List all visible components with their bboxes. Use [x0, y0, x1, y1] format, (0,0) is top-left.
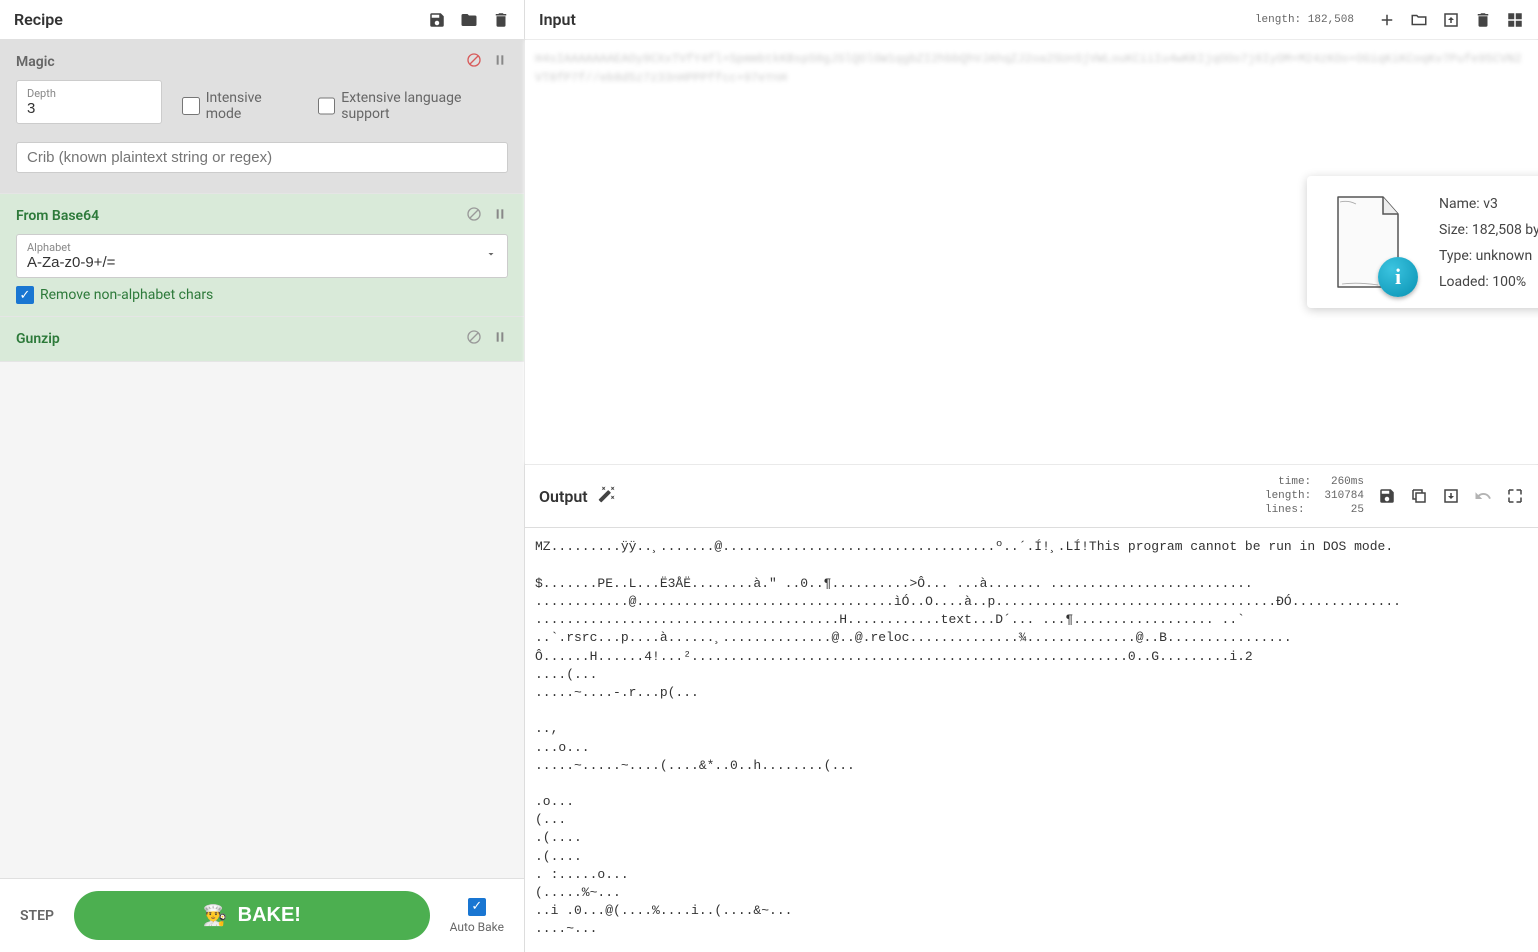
file-type-row: Type: unknown: [1439, 248, 1538, 264]
output-text[interactable]: MZ.........ÿÿ..¸.......@................…: [525, 528, 1538, 952]
pause-op-icon[interactable]: [492, 206, 508, 226]
replace-input-icon[interactable]: [1442, 487, 1460, 505]
crib-input[interactable]: [27, 149, 497, 166]
depth-field[interactable]: Depth: [16, 80, 162, 124]
operation-magic: Magic Depth Intensive mode: [0, 40, 524, 194]
operation-gunzip: Gunzip: [0, 317, 524, 362]
alphabet-select[interactable]: Alphabet: [16, 234, 508, 278]
disable-op-icon[interactable]: [466, 206, 482, 226]
file-size-row: Size: 182,508 bytes: [1439, 222, 1538, 238]
pause-op-icon[interactable]: [492, 52, 508, 72]
depth-input[interactable]: [27, 100, 151, 117]
chef-icon: 👨‍🍳: [203, 903, 228, 928]
alphabet-input[interactable]: [27, 254, 497, 271]
disable-op-icon[interactable]: [466, 52, 482, 72]
output-title: Output: [539, 487, 588, 506]
op-magic-title: Magic: [16, 54, 55, 70]
checkbox-checked-icon: ✓: [16, 286, 34, 304]
recipe-title: Recipe: [14, 10, 63, 29]
intensive-mode-checkbox[interactable]: Intensive mode: [182, 90, 298, 122]
op-gunzip-title: Gunzip: [16, 331, 60, 347]
load-recipe-icon[interactable]: [460, 11, 478, 29]
save-output-icon[interactable]: [1378, 487, 1396, 505]
recipe-panel: Recipe Magic Depth: [0, 0, 525, 952]
disable-op-icon[interactable]: [466, 329, 482, 349]
remove-non-alphabet-checkbox[interactable]: ✓ Remove non-alphabet chars: [16, 286, 508, 304]
pause-op-icon[interactable]: [492, 329, 508, 349]
file-loaded-row: Loaded: 100%: [1439, 274, 1538, 290]
file-thumbnail: i: [1323, 192, 1423, 292]
clear-input-icon[interactable]: [1474, 11, 1492, 29]
auto-bake-checkbox[interactable]: ✓: [468, 898, 486, 916]
crib-field[interactable]: [16, 142, 508, 173]
input-title: Input: [539, 10, 576, 29]
file-info-popover: × i Name: v3 Size: 182,508 bytes Type: u…: [1307, 176, 1538, 308]
recipe-bottom-bar: STEP 👨‍🍳 BAKE! ✓ Auto Bake: [0, 878, 524, 952]
bake-button[interactable]: 👨‍🍳 BAKE!: [74, 891, 430, 940]
recipe-header: Recipe: [0, 0, 524, 40]
clear-recipe-icon[interactable]: [492, 11, 510, 29]
output-header: Output time: 260ms length: 310784 lines:…: [525, 464, 1538, 529]
reset-layout-icon[interactable]: [1506, 11, 1524, 29]
step-button[interactable]: STEP: [20, 908, 54, 924]
undo-icon[interactable]: [1474, 487, 1492, 505]
operation-from-base64: From Base64 Alphabet ✓ Remove non-alphab…: [0, 194, 524, 317]
ext-lang-checkbox[interactable]: Extensive language support: [318, 90, 508, 122]
output-stats: time: 260ms length: 310784 lines: 25: [1265, 475, 1364, 518]
copy-output-icon[interactable]: [1410, 487, 1428, 505]
open-folder-icon[interactable]: [1410, 11, 1428, 29]
op-base64-title: From Base64: [16, 208, 99, 224]
magic-wand-icon[interactable]: [598, 485, 616, 507]
save-recipe-icon[interactable]: [428, 11, 446, 29]
input-header: Input length: 182,508: [525, 0, 1538, 40]
info-badge-icon: i: [1378, 257, 1418, 297]
open-file-icon[interactable]: [1442, 11, 1460, 29]
maximize-icon[interactable]: [1506, 487, 1524, 505]
file-name-row: Name: v3: [1439, 196, 1538, 212]
add-input-icon[interactable]: [1378, 11, 1396, 29]
auto-bake-label: Auto Bake: [450, 920, 504, 934]
input-length: length: 182,508: [1255, 14, 1354, 26]
